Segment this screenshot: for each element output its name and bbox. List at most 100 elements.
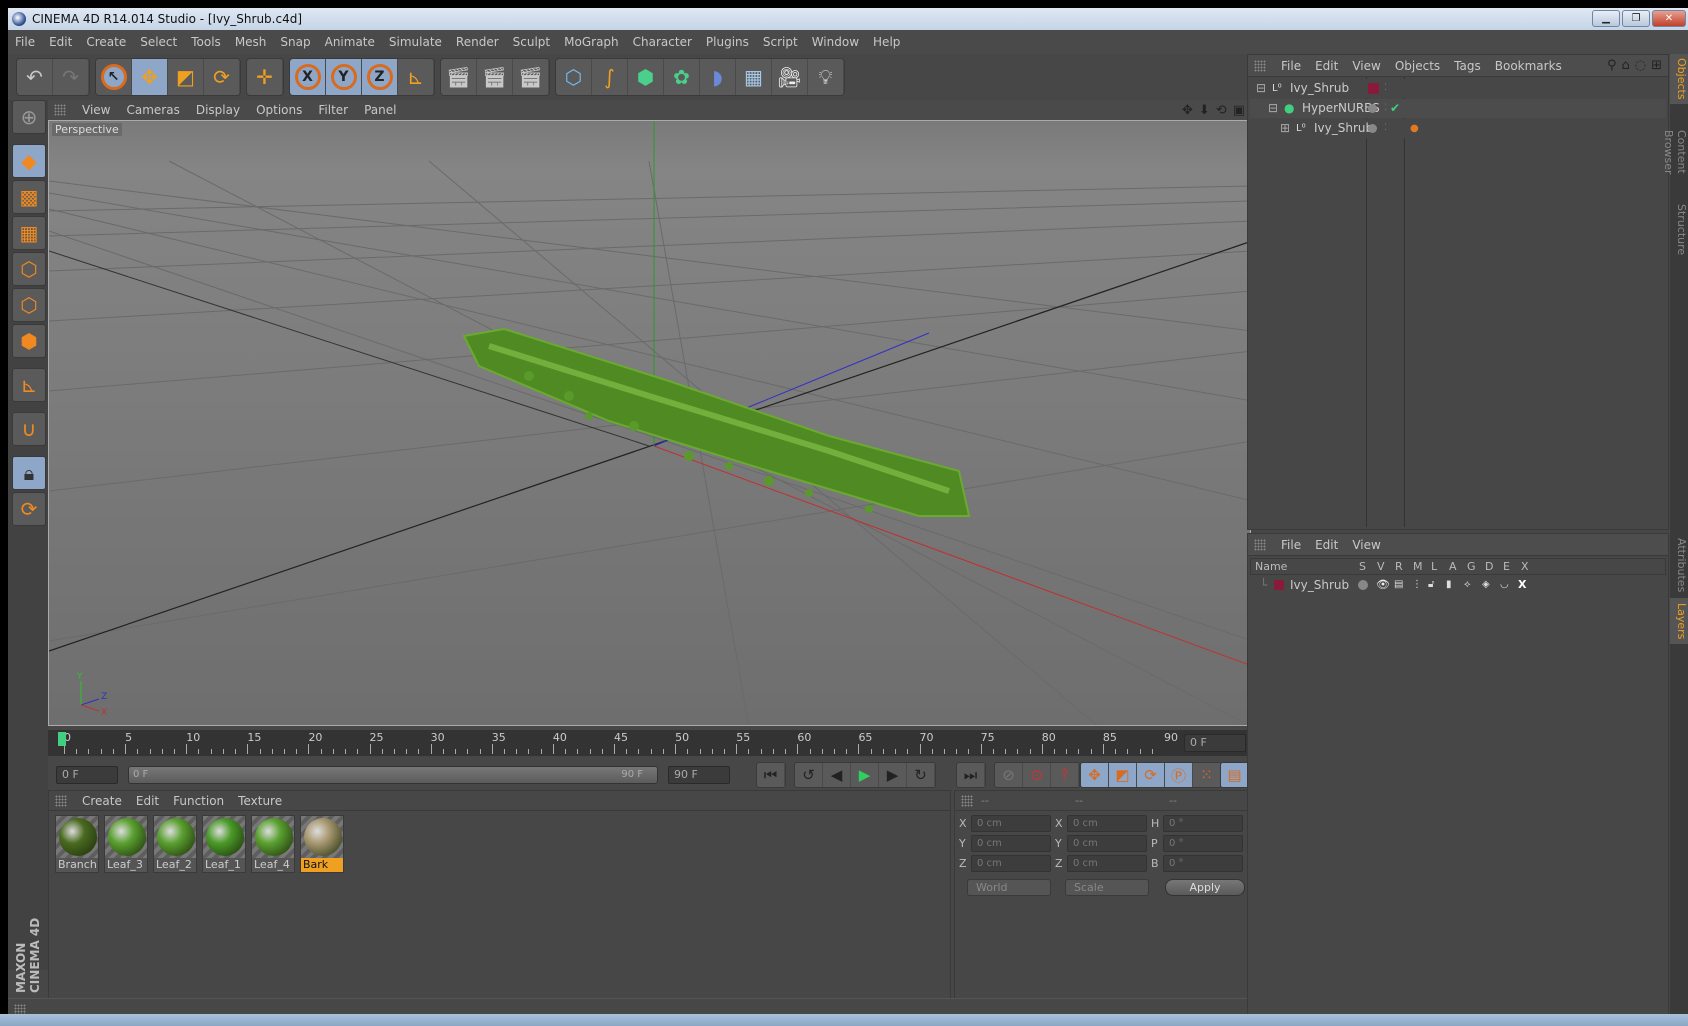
panel-grip-icon[interactable] [961, 794, 973, 807]
layer-column-header[interactable]: V [1377, 560, 1385, 573]
rotate-tool-button[interactable]: ⟳ [204, 59, 240, 95]
lock-workplane-button[interactable]: 🔒︎ [12, 456, 46, 490]
menu-animate[interactable]: Animate [318, 35, 382, 49]
autokeying-button[interactable]: ⊙ [1023, 763, 1051, 787]
menu-simulate[interactable]: Simulate [382, 35, 449, 49]
expand-toggle-icon[interactable]: ⊞ [1280, 119, 1290, 138]
generators-icon[interactable]: ⟡ [1464, 576, 1471, 594]
viewport-menu-options[interactable]: Options [248, 103, 310, 117]
viewport-menu-filter[interactable]: Filter [310, 103, 356, 117]
layer-column-header[interactable]: D [1485, 560, 1493, 573]
layer-column-header[interactable]: E [1503, 560, 1510, 573]
polygons-mode-button[interactable]: ⬢ [12, 324, 46, 358]
material-menu-edit[interactable]: Edit [129, 794, 166, 808]
timeline-ruler[interactable]: 0 5 10 15 20 25 30 35 40 45 50 55 60 65 70 75 80 85 90 0 F [48, 730, 1251, 756]
undo-button[interactable]: ↶ [17, 59, 53, 95]
render-picture-viewer-button[interactable]: 🎬︎ [477, 59, 513, 95]
visibility-dot[interactable] [1368, 104, 1377, 113]
render-clapper-icon[interactable]: ▤ [1394, 576, 1403, 594]
minimize-button[interactable]: ▁ [1592, 10, 1620, 27]
edges-mode-button[interactable]: ⬡ [12, 288, 46, 322]
axis-mode-button[interactable]: ⊾ [12, 368, 46, 402]
tab-structure[interactable]: Structure [1670, 200, 1688, 258]
material-menu-create[interactable]: Create [75, 794, 129, 808]
end-frame-field[interactable]: 90 F [668, 766, 730, 784]
menu-tools[interactable]: Tools [184, 35, 228, 49]
dolly-icon[interactable]: ⬇ [1199, 103, 1210, 118]
material-menu-texture[interactable]: Texture [231, 794, 289, 808]
new-window-icon[interactable]: ⊞ [1651, 58, 1662, 73]
texture-mode-button[interactable]: ▩ [12, 180, 46, 214]
material-swatch[interactable]: Branch [55, 815, 99, 873]
close-button[interactable]: ✕ [1652, 10, 1686, 27]
perspective-viewport[interactable]: Y Z X Perspective [48, 120, 1251, 726]
record-parameter-button[interactable]: Ⓟ [1165, 763, 1193, 787]
position-field[interactable]: 0 cm [971, 815, 1051, 832]
layer-column-header[interactable]: A [1449, 560, 1457, 573]
redo-button[interactable]: ↷ [53, 59, 89, 95]
restore-button[interactable]: ❐ [1622, 10, 1650, 27]
layers-menu-view[interactable]: View [1345, 538, 1387, 552]
material-swatch[interactable]: Leaf_1 [202, 815, 246, 873]
light-button[interactable]: 💡︎ [808, 59, 844, 95]
render-visibility-dots[interactable]: ⁚ [1384, 119, 1387, 138]
material-menu-function[interactable]: Function [166, 794, 231, 808]
object-name[interactable]: Ivy_Shrub [1290, 79, 1349, 98]
visible-eye-icon[interactable]: 👁︎ [1376, 576, 1390, 594]
expand-toggle-icon[interactable]: ⊟ [1268, 99, 1278, 118]
model-mode-button[interactable]: ◆ [12, 144, 46, 178]
object-tree-item[interactable]: ⊞ L⁰ Ivy_Shrub ⁚ ● [1250, 119, 1666, 138]
objects-menu-view[interactable]: View [1345, 59, 1387, 73]
panel-grip-icon[interactable] [1254, 59, 1266, 72]
layer-row[interactable]: └ Ivy_Shrub 👁︎ ▤ ⋮ 🔓︎ ▮ ⟡ ◈ ◡ X [1250, 576, 1666, 594]
manager-hierarchy-icon[interactable]: ⋮ [1412, 576, 1422, 594]
record-rotation-button[interactable]: ⟳ [1137, 763, 1165, 787]
rotation-field[interactable]: 0 ° [1163, 835, 1243, 852]
last-tool-button[interactable]: ✛ [247, 59, 283, 95]
scale-tool-button[interactable]: ◩ [168, 59, 204, 95]
layer-column-header[interactable]: M [1413, 560, 1423, 573]
nurbs-button[interactable]: ⬢ [628, 59, 664, 95]
menu-sculpt[interactable]: Sculpt [506, 35, 557, 49]
rotation-field[interactable]: 0 ° [1163, 855, 1243, 872]
enabled-check-icon[interactable]: ✔ [1390, 99, 1400, 118]
home-icon[interactable]: ⌂ [1621, 58, 1629, 73]
tab-content-browser[interactable]: Content Browser [1662, 106, 1688, 198]
menu-mesh[interactable]: Mesh [228, 35, 274, 49]
menu-window[interactable]: Window [805, 35, 866, 49]
menu-file[interactable]: File [8, 35, 42, 49]
move-tool-button[interactable]: ✥ [132, 59, 168, 95]
object-name[interactable]: Ivy_Shrub [1314, 119, 1373, 138]
tab-attributes[interactable]: Attributes [1670, 534, 1688, 594]
menu-help[interactable]: Help [866, 35, 907, 49]
spline-button[interactable]: ∫ [592, 59, 628, 95]
menu-select[interactable]: Select [133, 35, 184, 49]
next-key-button[interactable]: ↻ [907, 763, 935, 787]
layer-column-header[interactable]: X [1521, 560, 1529, 573]
render-visibility-dots[interactable]: ⁚ [1384, 79, 1387, 98]
lock-icon[interactable]: 🔓︎ [1428, 576, 1434, 594]
objects-menu-bookmarks[interactable]: Bookmarks [1488, 59, 1569, 73]
solo-toggle[interactable] [1358, 580, 1368, 590]
layer-color-swatch[interactable] [1368, 83, 1379, 94]
go-to-end-button[interactable]: ⏭ [957, 763, 985, 787]
animation-icon[interactable]: ▮ [1446, 576, 1452, 594]
panel-grip-icon[interactable] [54, 104, 66, 116]
deformer-button[interactable]: ◗ [700, 59, 736, 95]
menu-plugins[interactable]: Plugins [699, 35, 756, 49]
tab-layers[interactable]: Layers [1670, 598, 1688, 644]
panel-grip-icon[interactable] [1254, 538, 1266, 551]
material-swatch[interactable]: Leaf_2 [153, 815, 197, 873]
layer-column-header[interactable]: S [1359, 560, 1366, 573]
objects-menu-edit[interactable]: Edit [1308, 59, 1345, 73]
menu-character[interactable]: Character [626, 35, 699, 49]
viewport-menu-display[interactable]: Display [188, 103, 248, 117]
size-field[interactable]: 0 cm [1067, 855, 1147, 872]
maximize-view-icon[interactable]: ▣ [1233, 103, 1245, 118]
menu-script[interactable]: Script [756, 35, 805, 49]
menu-create[interactable]: Create [79, 35, 133, 49]
workplane-button[interactable]: ⊕ [12, 100, 46, 134]
y-axis-lock-button[interactable]: Y [326, 59, 362, 95]
size-field[interactable]: 0 cm [1067, 815, 1147, 832]
menu-render[interactable]: Render [449, 35, 506, 49]
